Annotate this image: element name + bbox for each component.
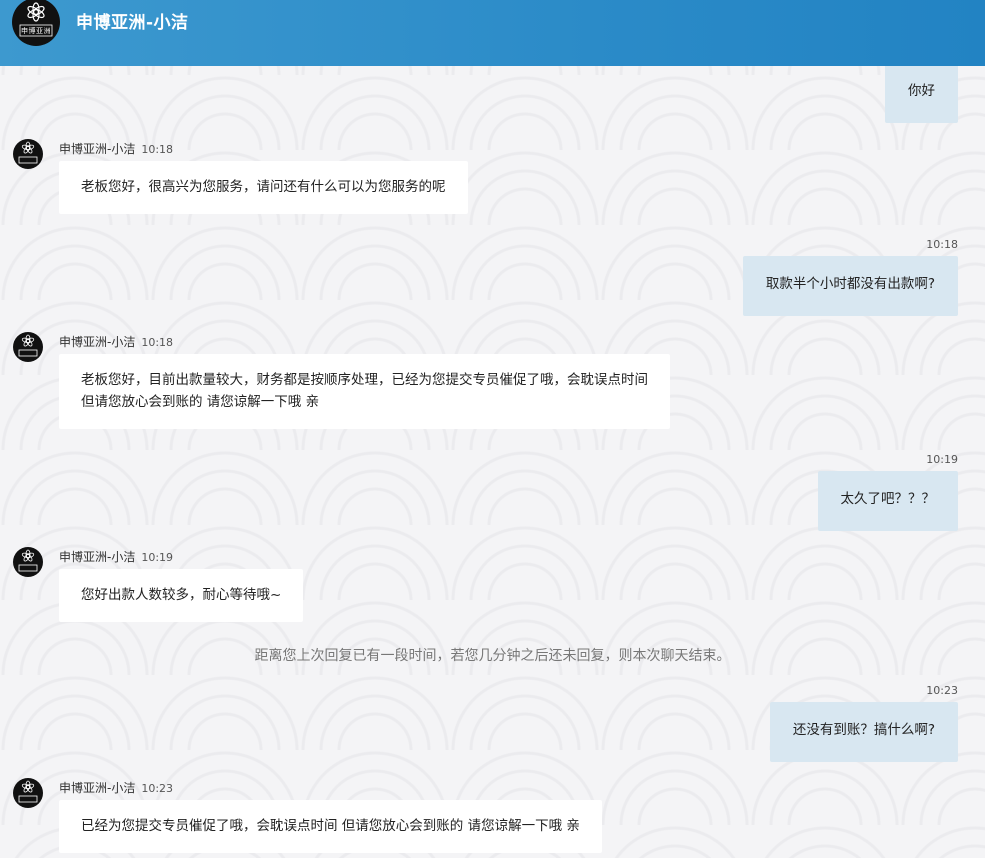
chat-header: 申博亚洲 申博亚洲-小洁 (0, 0, 985, 66)
message-text: 已经为您提交专员催促了哦，会耽误点时间 但请您放心会到账的 请您谅解一下哦 亲 (81, 818, 580, 834)
outgoing-message: 你好 (885, 62, 958, 123)
message-text: 老板您好，目前出款量较大，财务都是按顺序处理，已经为您提交专员催促了哦，会耽误点… (81, 372, 648, 388)
chat-window: { "header": { "title": "申博亚洲-小洁", "logo_… (0, 0, 985, 858)
message-time: 10:23 (926, 684, 958, 697)
message-text: 你好 (908, 83, 935, 99)
incoming-message: 您好出款人数较多，耐心等待哦~ (59, 569, 304, 622)
outgoing-message: 取款半个小时都没有出款啊? (742, 256, 958, 316)
message-text: 太久了吧？？？ (840, 491, 936, 507)
message-time: 10:19 (141, 551, 174, 564)
system-notice: 距离您上次回复已有一段时间，若您几分钟之后还未回复，则本次聊天结束。 (254, 648, 731, 664)
agent-avatar-icon (13, 332, 43, 362)
chat-title: 申博亚洲-小洁 (76, 13, 189, 33)
message-text: 老板您好，很高兴为您服务，请问还有什么可以为您服务的呢 (81, 179, 446, 195)
agent-name: 申博亚洲-小洁 (59, 550, 136, 564)
message-text: 您好出款人数较多，耐心等待哦~ (81, 587, 282, 603)
message-text: 还没有到账？搞什么啊? (792, 722, 935, 738)
agent-name: 申博亚洲-小洁 (59, 335, 136, 349)
message-time: 10:23 (141, 782, 174, 795)
message-time: 10:18 (141, 336, 174, 349)
logo-text: 申博亚洲 (21, 27, 51, 35)
message-time: 10:18 (926, 238, 958, 251)
incoming-message: 老板您好，目前出款量较大，财务都是按顺序处理，已经为您提交专员催促了哦，会耽误点… (59, 354, 670, 429)
agent-avatar-icon (13, 139, 43, 169)
agent-name: 申博亚洲-小洁 (59, 781, 136, 795)
brand-logo-icon: 申博亚洲 (12, 0, 60, 46)
incoming-message: 已经为您提交专员催促了哦，会耽误点时间 但请您放心会到账的 请您谅解一下哦 亲 (59, 800, 602, 853)
message-text: 取款半个小时都没有出款啊? (765, 276, 935, 292)
outgoing-message: 还没有到账？搞什么啊? (769, 702, 958, 762)
message-meta: 申博亚洲-小洁 10:18 (59, 140, 173, 157)
message-meta: 申博亚洲-小洁 10:18 (59, 333, 173, 350)
agent-avatar-icon (13, 547, 43, 577)
outgoing-message: 太久了吧？？？ (817, 471, 958, 531)
agent-name: 申博亚洲-小洁 (59, 142, 136, 156)
message-meta: 申博亚洲-小洁 10:19 (59, 548, 173, 565)
incoming-message: 老板您好，很高兴为您服务，请问还有什么可以为您服务的呢 (59, 161, 468, 214)
message-time: 10:19 (926, 453, 958, 466)
message-text: 但请您放心会到账的 请您谅解一下哦 亲 (81, 394, 320, 410)
message-time: 10:18 (141, 143, 174, 156)
agent-avatar-icon (13, 778, 43, 808)
message-meta: 申博亚洲-小洁 10:23 (59, 779, 173, 796)
